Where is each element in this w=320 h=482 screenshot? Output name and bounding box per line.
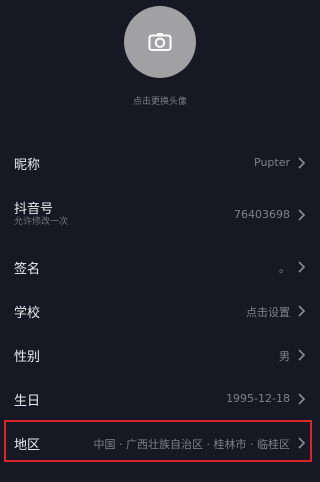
chevron-right-icon (298, 157, 306, 169)
row-school[interactable]: 学校 点击设置 (0, 290, 320, 330)
avatar[interactable] (124, 6, 196, 78)
chevron-right-icon (298, 393, 306, 405)
douyin-id-sub: 允许修改一次 (14, 217, 69, 227)
avatar-section: 点击更换头像 (0, 0, 320, 122)
row-birthday[interactable]: 生日 1995-12-18 (0, 378, 320, 418)
chevron-right-icon (298, 349, 306, 361)
birthday-label: 生日 (14, 394, 41, 409)
chevron-right-icon (298, 305, 306, 317)
region-highlight-box (4, 420, 312, 462)
chevron-right-icon (298, 209, 306, 221)
chevron-right-icon (298, 261, 306, 273)
camera-icon (148, 33, 172, 51)
school-value: 点击设置 (246, 306, 290, 319)
douyin-id-value: 76403698 (234, 208, 290, 221)
signature-label: 签名 (14, 262, 41, 277)
gender-label: 性别 (14, 350, 41, 365)
nickname-value: Pupter (254, 156, 290, 169)
row-nickname[interactable]: 昵称 Pupter (0, 142, 320, 182)
row-douyin-id[interactable]: 抖音号 允许修改一次 76403698 (0, 194, 320, 234)
birthday-value: 1995-12-18 (226, 392, 290, 405)
nickname-label: 昵称 (14, 158, 41, 173)
signature-value: 。 (279, 262, 290, 275)
gender-value: 男 (279, 350, 290, 363)
change-avatar-hint[interactable]: 点击更换头像 (0, 94, 320, 107)
row-signature[interactable]: 签名 。 (0, 246, 320, 286)
school-label: 学校 (14, 306, 41, 321)
row-gender[interactable]: 性别 男 (0, 334, 320, 374)
